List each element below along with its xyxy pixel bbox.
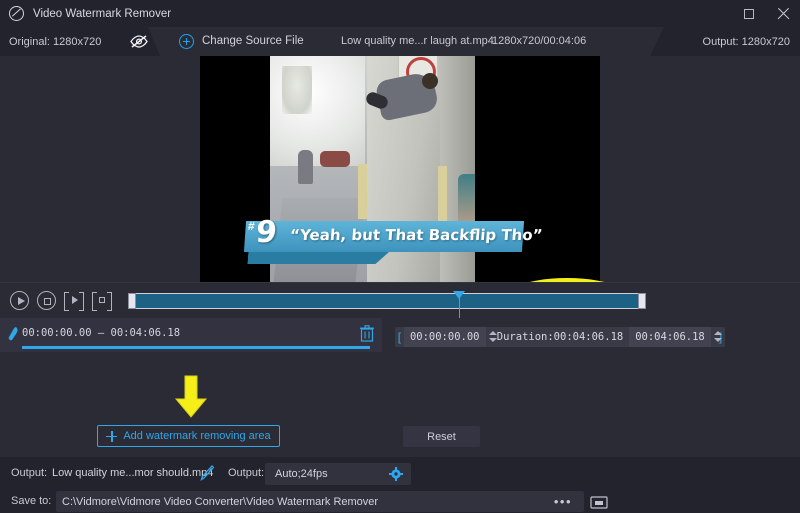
add-watermark-removing-area-button[interactable]: Add watermark removing area (97, 425, 280, 447)
window-title: Video Watermark Remover (33, 7, 172, 20)
watermark-remover-logo-icon (9, 6, 24, 21)
playhead[interactable] (453, 291, 465, 318)
video-person-head (422, 73, 438, 89)
spinner-up-icon[interactable] (488, 331, 497, 335)
output-info-tab: Output: 1280x720 (650, 27, 800, 56)
set-start-point-icon (71, 296, 78, 304)
video-car (320, 151, 350, 167)
play-icon (17, 297, 25, 305)
watermark-pen-icon (8, 327, 18, 341)
spinner-down-icon[interactable] (488, 338, 497, 342)
output-format-select[interactable]: Auto;24fps (265, 463, 411, 485)
stop-icon (43, 297, 51, 305)
end-time-stepper[interactable] (711, 327, 722, 347)
maximize-icon (744, 8, 754, 19)
reset-button[interactable]: Reset (403, 426, 480, 447)
original-resolution-label: Original: 1280x720 (9, 35, 102, 48)
set-end-point-icon (99, 297, 105, 303)
output-name-label: Output: (11, 467, 48, 479)
seek-bar-fill (129, 294, 645, 308)
preview-area: # 9 “Yeah, but That Backflip Tho” (0, 56, 800, 346)
video-banner-text: “Yeah, but That Backflip Tho” (289, 226, 544, 244)
eye-off-icon[interactable] (130, 35, 148, 48)
output-format-label: Output: (228, 467, 265, 479)
window-controls (732, 0, 800, 27)
set-start-point-button[interactable] (64, 291, 84, 311)
trim-handle-start[interactable] (128, 293, 136, 309)
plus-circle-icon[interactable] (179, 34, 194, 49)
open-folder-icon[interactable] (590, 495, 608, 509)
play-button[interactable] (10, 291, 29, 310)
output-resolution-label: Output: 1280x720 (702, 35, 790, 48)
video-bollard-right (438, 166, 447, 228)
change-source-file-button[interactable]: Change Source File (202, 35, 304, 47)
close-button[interactable] (766, 0, 800, 27)
source-file-name: Low quality me...r laugh at.mp4 (341, 35, 494, 47)
spinner-down-icon[interactable] (713, 338, 722, 342)
pencil-edit-icon[interactable] (200, 465, 214, 481)
end-time-input[interactable]: 00:04:06.18 (629, 327, 711, 347)
video-tree (282, 66, 312, 114)
ellipsis-icon[interactable]: ••• (554, 494, 584, 509)
video-preview[interactable]: # 9 “Yeah, but That Backflip Tho” (200, 56, 600, 282)
playhead-marker-icon (453, 291, 465, 299)
close-icon (777, 7, 790, 20)
output-file-name: Low quality me...mor should.mp4 (52, 467, 214, 479)
track-duration-line (22, 346, 370, 349)
title-bar: Video Watermark Remover (0, 0, 800, 27)
app-window: Video Watermark Remover Original: 1280x7… (0, 0, 800, 513)
video-pedestrian (298, 150, 313, 184)
video-banner-number: 9 (254, 215, 278, 250)
spinner-up-icon[interactable] (713, 331, 722, 335)
trim-handle-end[interactable] (638, 293, 646, 309)
add-area-label: Add watermark removing area (123, 430, 271, 442)
track-time-range: 00:00:00.00 — 00:04:06.18 (22, 327, 181, 339)
source-toolbar: Original: 1280x720 Change Source File Lo… (0, 27, 800, 56)
video-banner-hash: # (247, 219, 256, 233)
down-arrow-annotation-icon (174, 375, 208, 418)
maximize-button[interactable] (732, 0, 766, 27)
stop-button[interactable] (37, 291, 56, 310)
watermark-area-track-row[interactable]: 00:00:00.00 — 00:04:06.18 (0, 318, 382, 352)
bracket-open-icon[interactable]: [ (395, 330, 404, 344)
time-range-controls: [ 00:00:00.00 Duration:00:04:06.18 00:04… (395, 327, 725, 347)
save-to-label: Save to: (11, 495, 52, 507)
seek-bar[interactable] (128, 291, 646, 318)
gear-icon[interactable] (389, 467, 403, 481)
start-time-stepper[interactable] (486, 327, 497, 347)
video-bollard-left (358, 164, 367, 219)
bottom-bar: Output: Low quality me...mor should.mp4 … (0, 457, 800, 513)
duration-label: Duration:00:04:06.18 (496, 331, 624, 343)
playback-buttons (10, 291, 112, 311)
save-path-input[interactable]: C:\Vidmore\Vidmore Video Converter\Video… (56, 491, 584, 512)
output-format-value: Auto;24fps (275, 468, 328, 480)
source-file-resolution: 1280x720/00:04:06 (492, 35, 587, 47)
plus-icon (106, 430, 118, 442)
trash-icon[interactable] (360, 325, 374, 342)
start-time-input[interactable]: 00:00:00.00 (403, 327, 486, 347)
set-end-point-button[interactable] (92, 291, 112, 311)
player-controls-bar: 00:03:25.24 00:01:36.20/00:04:06.18 (0, 282, 800, 318)
save-path-value: C:\Vidmore\Vidmore Video Converter\Video… (62, 495, 379, 508)
